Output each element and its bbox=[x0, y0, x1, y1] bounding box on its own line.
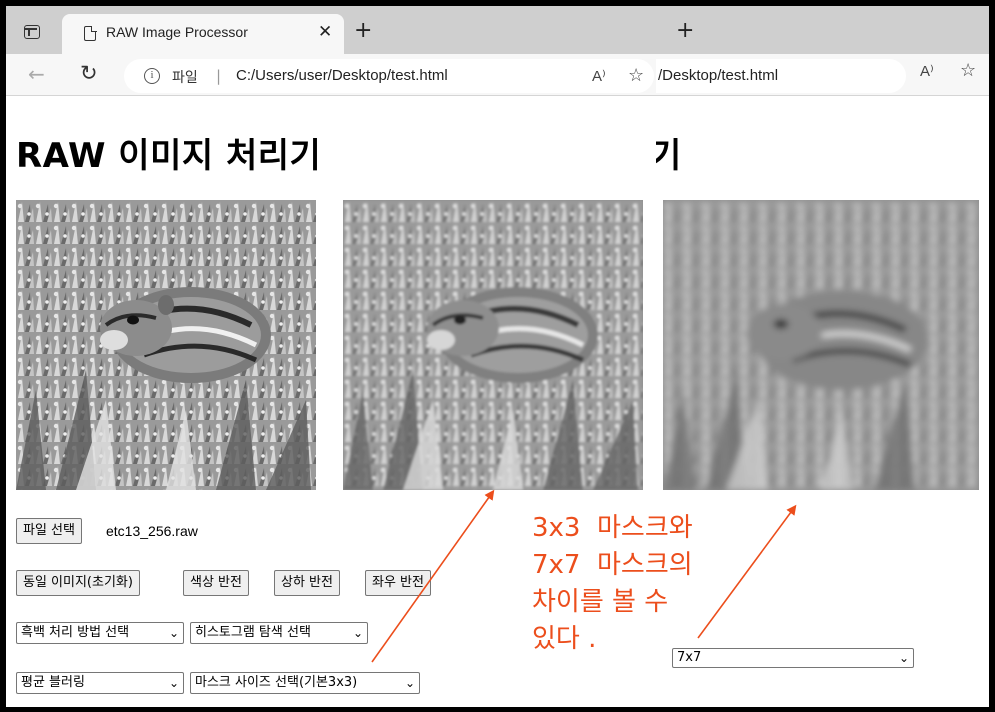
address-file-label: 파일 bbox=[172, 70, 198, 86]
mask-size-select-second[interactable]: 7x7 ⌄ bbox=[672, 648, 914, 668]
read-aloud-icon[interactable]: A⁾ bbox=[920, 62, 934, 80]
browser-toolbar-second: /Desktop/test.html A⁾ ☆ bbox=[656, 54, 989, 96]
tab-title: RAW Image Processor bbox=[106, 24, 248, 40]
back-button[interactable]: ← bbox=[28, 62, 45, 86]
new-tab-button[interactable]: + bbox=[676, 20, 694, 42]
chevron-down-icon: ⌄ bbox=[168, 676, 179, 690]
tab-actions-icon[interactable] bbox=[24, 25, 40, 39]
address-url-second[interactable]: /Desktop/test.html bbox=[658, 67, 778, 84]
same-image-button[interactable]: 동일 이미지(초기화) bbox=[16, 570, 140, 596]
reload-button[interactable]: ↻ bbox=[80, 61, 98, 85]
read-aloud-icon[interactable]: A⁾ bbox=[592, 67, 606, 85]
bw-method-select[interactable]: 흑백 처리 방법 선택 ⌄ bbox=[16, 622, 184, 644]
flip-horizontal-button[interactable]: 좌우 반전 bbox=[365, 570, 431, 596]
annotation-text: 3x3 마스크와 7x7 마스크의 차이를 볼 수 있다 . bbox=[532, 513, 693, 654]
original-image-canvas bbox=[16, 200, 316, 490]
composite-screenshot: RAW Image Processor ✕ + ← ↻ i 파일 | C:/Us… bbox=[0, 0, 995, 712]
chevron-down-icon: ⌄ bbox=[352, 626, 363, 640]
new-tab-button[interactable]: + bbox=[354, 20, 372, 42]
histogram-select[interactable]: 히스토그램 탐색 선택 ⌄ bbox=[190, 622, 368, 644]
file-select-button[interactable]: 파일 선택 bbox=[16, 518, 82, 544]
address-separator: | bbox=[216, 67, 222, 85]
page-content-second: 기 7x7 ⌄ bbox=[656, 97, 989, 707]
favorite-star-icon[interactable]: ☆ bbox=[960, 60, 976, 81]
color-invert-button[interactable]: 색상 반전 bbox=[183, 570, 249, 596]
favorite-star-icon[interactable]: ☆ bbox=[628, 65, 644, 86]
address-bar-second[interactable]: /Desktop/test.html bbox=[656, 59, 906, 93]
chipmunk-original-image bbox=[16, 200, 316, 490]
flip-vertical-button[interactable]: 상하 반전 bbox=[274, 570, 340, 596]
chevron-down-icon: ⌄ bbox=[898, 651, 909, 665]
chevron-down-icon: ⌄ bbox=[168, 626, 179, 640]
blur-3x3-image-canvas bbox=[343, 200, 643, 490]
info-icon[interactable]: i bbox=[144, 68, 160, 84]
blur-method-select[interactable]: 평균 블러링 ⌄ bbox=[16, 672, 184, 694]
blur-method-select-value: 평균 블러링 bbox=[21, 675, 85, 690]
close-tab-icon[interactable]: ✕ bbox=[318, 22, 332, 42]
histogram-select-value: 히스토그램 탐색 선택 bbox=[195, 625, 311, 640]
bw-method-select-value: 흑백 처리 방법 선택 bbox=[21, 625, 130, 640]
page-title-fragment: 기 bbox=[656, 136, 682, 176]
chipmunk-blur-3x3-image bbox=[343, 200, 643, 490]
address-url[interactable]: C:/Users/user/Desktop/test.html bbox=[236, 67, 448, 84]
browser-window-second: + /Desktop/test.html A⁾ ☆ 기 7x7 ⌄ bbox=[656, 6, 989, 707]
mask-size-select[interactable]: 마스크 사이즈 선택(기본3x3) ⌄ bbox=[190, 672, 420, 694]
browser-toolbar: ← ↻ i 파일 | C:/Users/user/Desktop/test.ht… bbox=[6, 54, 656, 96]
tab-raw-image-processor[interactable]: RAW Image Processor ✕ bbox=[62, 14, 344, 54]
chipmunk-blur-7x7-image bbox=[663, 200, 979, 490]
chevron-down-icon: ⌄ bbox=[404, 676, 415, 690]
file-name-label: etc13_256.raw bbox=[106, 523, 198, 539]
mask-size-select-value: 마스크 사이즈 선택(기본3x3) bbox=[195, 675, 358, 690]
tab-strip: RAW Image Processor ✕ + bbox=[6, 6, 656, 54]
tab-strip-second: + bbox=[656, 6, 989, 54]
address-bar[interactable]: i 파일 | C:/Users/user/Desktop/test.html A… bbox=[124, 59, 654, 93]
page-title: RAW 이미지 처리기 bbox=[16, 136, 322, 176]
blur-7x7-image-canvas bbox=[663, 200, 979, 490]
document-icon bbox=[84, 25, 97, 41]
